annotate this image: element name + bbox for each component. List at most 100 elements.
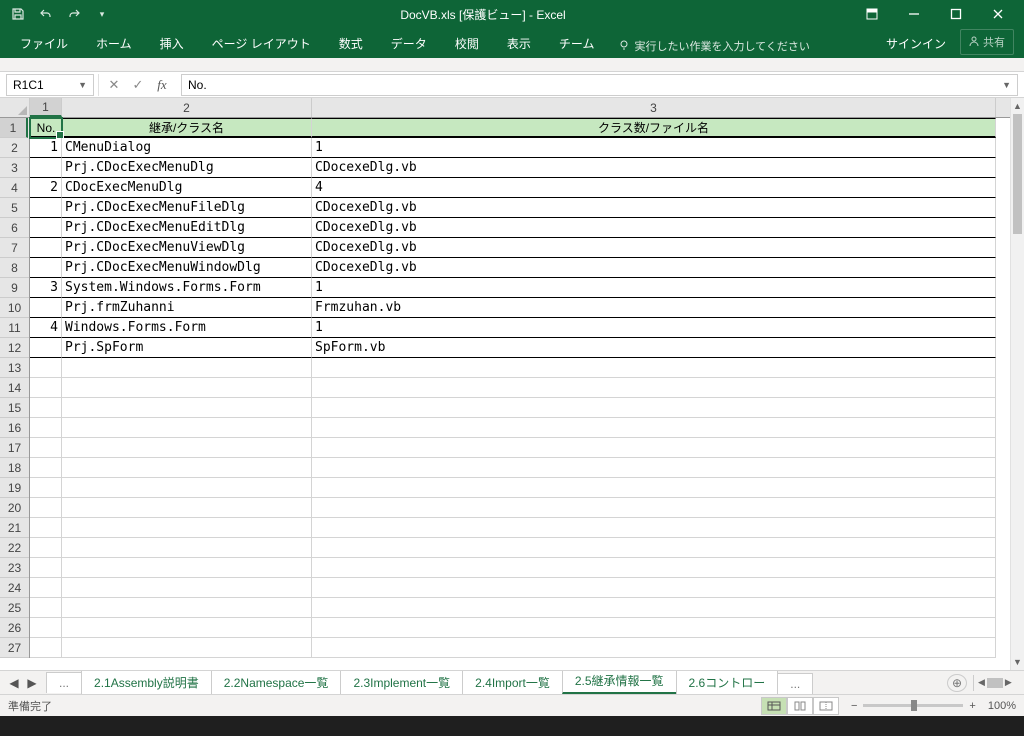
row-header[interactable]: 6 bbox=[0, 218, 29, 238]
tab-pagelayout[interactable]: ページ レイアウト bbox=[198, 29, 325, 58]
tab-team[interactable]: チーム bbox=[545, 29, 609, 58]
cell[interactable] bbox=[62, 458, 312, 478]
sheet-tab[interactable]: 2.5継承情報一覧 bbox=[562, 671, 677, 694]
cell[interactable] bbox=[312, 538, 996, 558]
tab-file[interactable]: ファイル bbox=[6, 29, 82, 58]
column-header[interactable]: 1 bbox=[30, 98, 62, 117]
row-header[interactable]: 24 bbox=[0, 578, 29, 598]
maximize-button[interactable] bbox=[936, 2, 976, 26]
cell[interactable]: 3 bbox=[30, 278, 62, 298]
cell[interactable]: System.Windows.Forms.Form bbox=[62, 278, 312, 298]
cell[interactable] bbox=[62, 438, 312, 458]
cell[interactable] bbox=[30, 598, 62, 618]
row-header[interactable]: 15 bbox=[0, 398, 29, 418]
vertical-scrollbar[interactable]: ▲ ▼ bbox=[1010, 98, 1024, 670]
enter-icon[interactable]: ✓ bbox=[127, 75, 149, 95]
cell[interactable] bbox=[30, 498, 62, 518]
minimize-button[interactable] bbox=[894, 2, 934, 26]
cell[interactable]: 1 bbox=[312, 278, 996, 298]
cell[interactable] bbox=[30, 398, 62, 418]
cell[interactable] bbox=[30, 418, 62, 438]
cell[interactable] bbox=[312, 558, 996, 578]
horizontal-scrollbar[interactable]: ◀ ▶ bbox=[974, 677, 1024, 688]
cell[interactable] bbox=[62, 638, 312, 658]
fx-icon[interactable]: fx bbox=[151, 75, 173, 95]
scroll-right-icon[interactable]: ▶ bbox=[1005, 677, 1012, 688]
row-header[interactable]: 19 bbox=[0, 478, 29, 498]
row-header[interactable]: 18 bbox=[0, 458, 29, 478]
sheet-nav-next-icon[interactable]: ▶ bbox=[24, 676, 40, 690]
cell[interactable] bbox=[62, 598, 312, 618]
cell[interactable] bbox=[30, 338, 62, 358]
ribbon-display-icon[interactable] bbox=[852, 2, 892, 26]
cell[interactable]: CMenuDialog bbox=[62, 138, 312, 158]
row-header[interactable]: 13 bbox=[0, 358, 29, 378]
row-header[interactable]: 16 bbox=[0, 418, 29, 438]
row-header[interactable]: 11 bbox=[0, 318, 29, 338]
cell[interactable]: Prj.CDocExecMenuViewDlg bbox=[62, 238, 312, 258]
cell[interactable] bbox=[312, 518, 996, 538]
sheet-tab-more[interactable]: ... bbox=[46, 672, 82, 693]
new-sheet-button[interactable]: ⊕ bbox=[947, 674, 967, 692]
cell[interactable]: Prj.CDocExecMenuDlg bbox=[62, 158, 312, 178]
tab-home[interactable]: ホーム bbox=[82, 29, 146, 58]
cell[interactable] bbox=[62, 498, 312, 518]
cell[interactable] bbox=[30, 378, 62, 398]
row-header[interactable]: 17 bbox=[0, 438, 29, 458]
row-header[interactable]: 21 bbox=[0, 518, 29, 538]
cells-area[interactable]: No.継承/クラス名クラス数/ファイル名1CMenuDialog1Prj.CDo… bbox=[30, 118, 1010, 670]
cell[interactable]: Windows.Forms.Form bbox=[62, 318, 312, 338]
row-header[interactable]: 4 bbox=[0, 178, 29, 198]
cell[interactable] bbox=[312, 598, 996, 618]
undo-icon[interactable] bbox=[34, 2, 58, 26]
cell[interactable] bbox=[312, 378, 996, 398]
cell[interactable]: CDocexeDlg.vb bbox=[312, 158, 996, 178]
cell[interactable] bbox=[30, 258, 62, 278]
cell[interactable]: Prj.CDocExecMenuWindowDlg bbox=[62, 258, 312, 278]
cell[interactable]: クラス数/ファイル名 bbox=[312, 118, 996, 138]
sheet-tab-overflow[interactable]: ... bbox=[777, 673, 813, 694]
tab-data[interactable]: データ bbox=[377, 29, 441, 58]
cell[interactable] bbox=[30, 478, 62, 498]
cell[interactable]: CDocexeDlg.vb bbox=[312, 198, 996, 218]
cell[interactable] bbox=[312, 478, 996, 498]
cell[interactable] bbox=[62, 518, 312, 538]
sheet-tab[interactable]: 2.6コントロー bbox=[676, 671, 779, 694]
sheet-tab[interactable]: 2.1Assembly説明書 bbox=[81, 671, 212, 694]
name-box[interactable]: R1C1 ▼ bbox=[6, 74, 94, 96]
cell[interactable]: CDocexeDlg.vb bbox=[312, 238, 996, 258]
close-button[interactable] bbox=[978, 2, 1018, 26]
zoom-slider[interactable] bbox=[863, 704, 963, 707]
chevron-down-icon[interactable]: ▼ bbox=[78, 80, 87, 90]
tab-insert[interactable]: 挿入 bbox=[146, 29, 198, 58]
row-header[interactable]: 3 bbox=[0, 158, 29, 178]
cell[interactable] bbox=[30, 638, 62, 658]
cell[interactable]: CDocExecMenuDlg bbox=[62, 178, 312, 198]
expand-formula-icon[interactable]: ▼ bbox=[1002, 80, 1011, 90]
redo-icon[interactable] bbox=[62, 2, 86, 26]
cell[interactable]: SpForm.vb bbox=[312, 338, 996, 358]
cell[interactable] bbox=[312, 438, 996, 458]
row-header[interactable]: 8 bbox=[0, 258, 29, 278]
row-header[interactable]: 14 bbox=[0, 378, 29, 398]
row-header[interactable]: 22 bbox=[0, 538, 29, 558]
cell[interactable] bbox=[62, 478, 312, 498]
row-header[interactable]: 2 bbox=[0, 138, 29, 158]
cell[interactable] bbox=[312, 418, 996, 438]
cell[interactable] bbox=[30, 218, 62, 238]
cell[interactable] bbox=[62, 538, 312, 558]
row-header[interactable]: 9 bbox=[0, 278, 29, 298]
zoom-in-button[interactable]: + bbox=[969, 700, 975, 712]
cell[interactable] bbox=[30, 538, 62, 558]
row-header[interactable]: 12 bbox=[0, 338, 29, 358]
tab-review[interactable]: 校閲 bbox=[441, 29, 493, 58]
qat-customize-icon[interactable]: ▾ bbox=[90, 2, 114, 26]
cell[interactable]: 1 bbox=[312, 138, 996, 158]
cell[interactable] bbox=[312, 498, 996, 518]
sheet-nav-prev-icon[interactable]: ◀ bbox=[6, 676, 22, 690]
cell[interactable]: CDocexeDlg.vb bbox=[312, 218, 996, 238]
cell[interactable] bbox=[30, 458, 62, 478]
sheet-tab[interactable]: 2.4Import一覧 bbox=[462, 671, 563, 694]
cell[interactable] bbox=[30, 518, 62, 538]
cell[interactable] bbox=[30, 358, 62, 378]
